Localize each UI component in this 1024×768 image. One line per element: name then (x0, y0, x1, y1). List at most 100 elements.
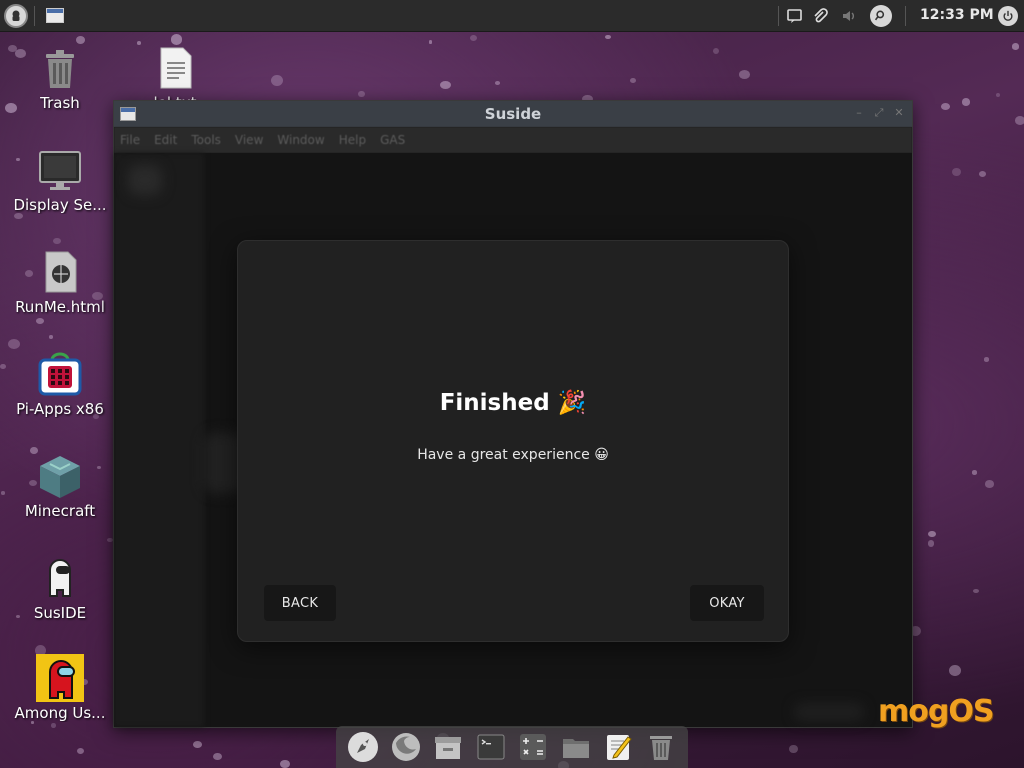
power-button[interactable] (998, 6, 1018, 26)
menu-tools[interactable]: Tools (191, 133, 221, 147)
window-controls: – ⤢ ✕ (852, 106, 906, 120)
wallpaper-dot (271, 74, 283, 86)
menu-view[interactable]: View (235, 133, 263, 147)
desktop-icon-among-us[interactable]: Among Us... (5, 654, 115, 722)
wallpaper-dot (978, 171, 986, 177)
dialog-title: Finished 🎉 (439, 390, 587, 416)
wallpaper-dot (192, 741, 202, 748)
ide-sidebar (114, 153, 204, 727)
panel-separator (778, 6, 779, 26)
menu-file[interactable]: File (120, 133, 140, 147)
wallpaper-dot (7, 338, 20, 349)
window-icon (120, 107, 136, 121)
text-editor-icon[interactable] (601, 730, 635, 764)
menu-window[interactable]: Window (277, 133, 324, 147)
dialog-message: Have a great experience 😀 (417, 447, 609, 463)
wallpaper-dot (605, 34, 611, 39)
wallpaper-dot (171, 34, 183, 45)
folder-icon[interactable] (559, 730, 593, 764)
text-file-icon (160, 47, 192, 89)
wallpaper-dot (53, 237, 61, 245)
wallpaper-dot (48, 335, 53, 339)
finished-dialog: Finished 🎉 Have a great experience 😀 BAC… (237, 240, 789, 642)
wallpaper-dot (36, 318, 44, 325)
wallpaper-dot (789, 744, 798, 753)
volume-icon[interactable] (840, 6, 858, 26)
desktop-icon-label: Display Se... (13, 196, 107, 214)
wallpaper-dot (739, 70, 751, 79)
wallpaper-dot (972, 588, 979, 593)
power-icon (1003, 10, 1013, 21)
wallpaper-dot (51, 723, 56, 728)
html-file-icon (45, 251, 77, 293)
window-menubar: File Edit Tools View Window Help GAS (114, 127, 912, 153)
desktop-icon-label: RunMe.html (15, 298, 105, 316)
desktop-icon-file[interactable]: lol.txt (120, 44, 230, 102)
window-title: Suside (484, 105, 542, 123)
terminal-icon[interactable] (474, 730, 508, 764)
window-titlebar[interactable]: Suside – ⤢ ✕ (114, 101, 912, 127)
wallpaper-dot (1015, 116, 1024, 125)
wallpaper-dot (961, 97, 971, 106)
wallpaper-dot (713, 47, 720, 54)
wallpaper-dot (630, 78, 637, 84)
among-us-icon (36, 654, 84, 702)
desktop-icon-label: SusIDE (33, 604, 87, 622)
pi-apps-icon (38, 352, 82, 396)
menu-edit[interactable]: Edit (154, 133, 177, 147)
back-button[interactable]: BACK (264, 585, 336, 621)
wallpaper-dot (927, 540, 935, 547)
desktop-icon-display-settings[interactable]: Display Se... (5, 146, 115, 214)
desktop-icon-minecraft[interactable]: Minecraft (5, 452, 115, 520)
desktop-icon-label: Pi-Apps x86 (16, 400, 104, 418)
menu-help[interactable]: Help (339, 133, 366, 147)
desktop-icon-label: Minecraft (24, 502, 96, 520)
files-icon[interactable] (431, 730, 465, 764)
desktop-icon-label: Trash (40, 94, 80, 112)
desktop-icon-suside[interactable]: SusIDE (5, 554, 115, 622)
wallpaper-dot (984, 480, 995, 488)
wallpaper-dot (212, 752, 222, 760)
desktop-icon-pi-apps[interactable]: Pi-Apps x86 (5, 350, 115, 418)
wallpaper-dot (928, 530, 936, 538)
minecraft-icon (40, 456, 80, 498)
maximize-icon[interactable]: ⤢ (872, 106, 886, 120)
close-icon[interactable]: ✕ (892, 106, 906, 120)
firefox-icon[interactable] (389, 730, 423, 764)
app-menu-button[interactable] (4, 4, 28, 28)
desktop-icon-label: Among Us... (14, 704, 106, 722)
wallpaper-dot (949, 665, 961, 677)
paperclip-icon[interactable] (811, 6, 829, 26)
brand-logo-text: mogOS (878, 694, 994, 729)
menu-gas[interactable]: GAS (380, 133, 405, 147)
panel-separator (905, 6, 906, 26)
desktop-icon-trash[interactable]: Trash (5, 44, 115, 112)
okay-button[interactable]: OKAY (690, 585, 764, 621)
wallpaper-dot (469, 34, 477, 42)
taskbar-window-icon[interactable] (46, 8, 64, 23)
clock[interactable]: 12:33 PM (920, 7, 994, 23)
trash-icon[interactable] (644, 730, 678, 764)
wallpaper-dot (494, 80, 500, 85)
wallpaper-dot (941, 103, 951, 110)
notification-icon[interactable] (786, 6, 804, 26)
calculator-icon[interactable] (516, 730, 550, 764)
wallpaper-dot (971, 470, 978, 475)
ide-blurred-element (128, 165, 162, 195)
top-panel: 12:33 PM (0, 0, 1024, 32)
ide-blurred-element (794, 703, 864, 721)
desktop-icon-runme[interactable]: RunMe.html (5, 248, 115, 316)
trash-icon (46, 50, 74, 88)
wallpaper-dot (983, 357, 990, 362)
wallpaper-dot (951, 167, 961, 177)
dock (336, 726, 688, 768)
monitor-icon (39, 151, 81, 190)
wallpaper-dot (77, 747, 85, 754)
wallpaper-dot (76, 35, 86, 44)
wallpaper-dot (440, 81, 452, 90)
panel-separator (34, 6, 35, 26)
wallpaper-dot (1011, 43, 1020, 50)
launcher-icon[interactable] (346, 730, 380, 764)
minimize-icon[interactable]: – (852, 106, 866, 120)
search-icon[interactable] (870, 5, 892, 27)
